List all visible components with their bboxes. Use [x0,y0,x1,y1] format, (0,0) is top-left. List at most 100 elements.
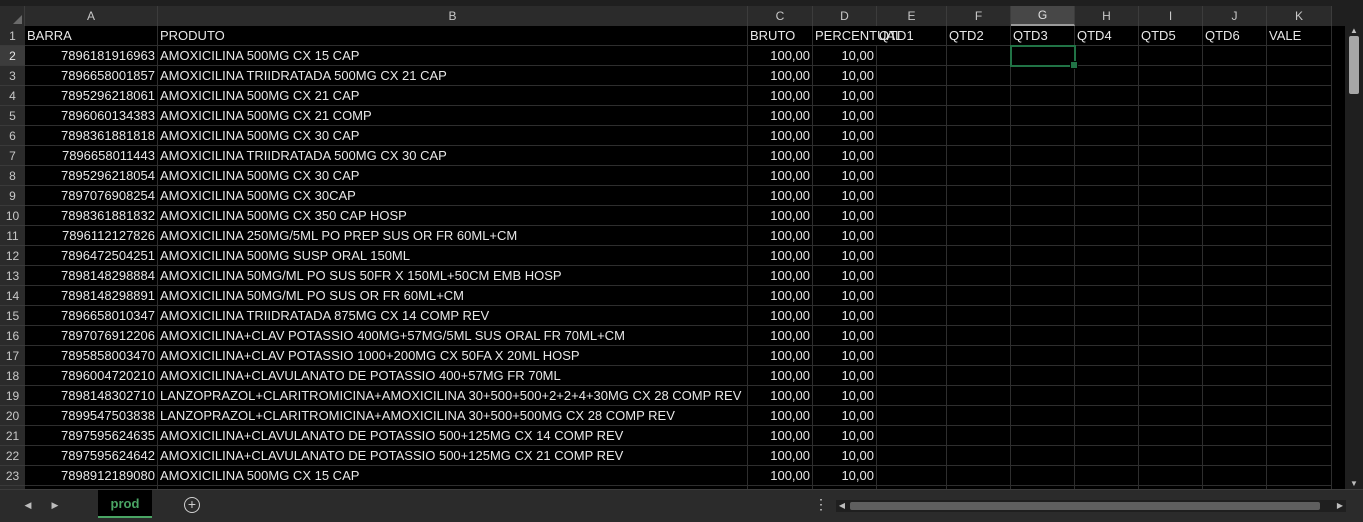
cell-barra[interactable]: 7896004720210 [25,366,158,386]
cell-produto[interactable]: AMOXICILINA+CLAV POTASSIO 1000+200MG CX … [158,346,748,366]
row-header[interactable]: 14 [0,286,25,306]
cell-e[interactable] [877,246,947,266]
cell-j[interactable] [1203,326,1267,346]
cell-g[interactable] [1011,306,1075,326]
cell-h[interactable] [1075,206,1139,226]
cell-f[interactable] [947,166,1011,186]
horizontal-scroll-thumb[interactable] [850,502,1320,510]
cell-barra[interactable]: 7896181916963 [25,46,158,66]
cell-k[interactable] [1267,86,1332,106]
scroll-down-arrow-icon[interactable]: ▼ [1345,479,1363,489]
header-cell-a[interactable]: BARRA [25,26,158,46]
plus-circle-icon[interactable]: + [184,497,200,513]
cell-g[interactable] [1011,86,1075,106]
cell-bruto[interactable]: 100,00 [748,46,813,66]
cell-k[interactable] [1267,446,1332,466]
row-header[interactable]: 4 [0,86,25,106]
column-header-e[interactable]: E [877,6,947,26]
row-header[interactable]: 23 [0,466,25,486]
row-header[interactable]: 8 [0,166,25,186]
cell-h[interactable] [1075,246,1139,266]
cell-i[interactable] [1139,66,1203,86]
row-header[interactable]: 16 [0,326,25,346]
cell-percentual[interactable]: 10,00 [813,306,877,326]
cell-h[interactable] [1075,266,1139,286]
cell-barra[interactable]: 7896658010347 [25,306,158,326]
cell-f[interactable] [947,246,1011,266]
cell-j[interactable] [1203,286,1267,306]
cell-produto[interactable]: AMOXICILINA 500MG CX 15 CAP [158,46,748,66]
column-header-k[interactable]: K [1267,6,1332,26]
cell-j[interactable] [1203,206,1267,226]
cell-k[interactable] [1267,126,1332,146]
cell-produto[interactable]: AMOXICILINA 500MG CX 21 COMP [158,106,748,126]
cell-j[interactable] [1203,366,1267,386]
row-header[interactable]: 1 [0,26,25,46]
cell-h[interactable] [1075,366,1139,386]
cell-barra[interactable]: 7897595624635 [25,426,158,446]
cell-k[interactable] [1267,286,1332,306]
row-header[interactable]: 6 [0,126,25,146]
cell-barra[interactable]: 7898148298891 [25,286,158,306]
header-cell-g[interactable]: QTD3 [1011,26,1075,46]
cell-g[interactable] [1011,366,1075,386]
header-cell-k[interactable]: VALE [1267,26,1332,46]
row-header[interactable]: 12 [0,246,25,266]
cell-j[interactable] [1203,166,1267,186]
cell-percentual[interactable]: 10,00 [813,206,877,226]
cell-k[interactable] [1267,206,1332,226]
cell-i[interactable] [1139,226,1203,246]
cell-g[interactable] [1011,146,1075,166]
cell-k[interactable] [1267,306,1332,326]
cell-percentual[interactable]: 10,00 [813,466,877,486]
cell-barra[interactable]: 7897076912206 [25,326,158,346]
cell-produto[interactable]: AMOXICILINA TRIIDRATADA 500MG CX 21 CAP [158,66,748,86]
cell-j[interactable] [1203,426,1267,446]
cell-barra[interactable]: 7896060134383 [25,106,158,126]
cell-f[interactable] [947,386,1011,406]
cell-bruto[interactable]: 100,00 [748,306,813,326]
cell-h[interactable] [1075,426,1139,446]
cell-bruto[interactable]: 100,00 [748,206,813,226]
cell-g[interactable] [1011,386,1075,406]
cell-k[interactable] [1267,166,1332,186]
cell-g[interactable] [1011,106,1075,126]
cell-percentual[interactable]: 10,00 [813,266,877,286]
cell-barra[interactable]: 7898361881832 [25,206,158,226]
cell-i[interactable] [1139,166,1203,186]
cell-k[interactable] [1267,226,1332,246]
cell-k[interactable] [1267,466,1332,486]
column-header-i[interactable]: I [1139,6,1203,26]
cell-e[interactable] [877,266,947,286]
cell-bruto[interactable]: 100,00 [748,366,813,386]
cell-percentual[interactable]: 10,00 [813,106,877,126]
cell-g[interactable] [1011,266,1075,286]
cell-bruto[interactable]: 100,00 [748,406,813,426]
cell-percentual[interactable]: 10,00 [813,126,877,146]
cell-e[interactable] [877,226,947,246]
header-cell-h[interactable]: QTD4 [1075,26,1139,46]
cell-bruto[interactable]: 100,00 [748,286,813,306]
column-header-g[interactable]: G [1011,6,1075,26]
horizontal-scrollbar[interactable]: ◀ ▶ [836,500,1346,512]
vertical-scroll-thumb[interactable] [1349,36,1359,94]
cell-produto[interactable]: AMOXICILINA 500MG CX 21 CAP [158,86,748,106]
cell-j[interactable] [1203,86,1267,106]
cell-h[interactable] [1075,466,1139,486]
cell-h[interactable] [1075,446,1139,466]
cell-barra[interactable]: 7897595624642 [25,446,158,466]
row-header[interactable]: 19 [0,386,25,406]
header-cell-j[interactable]: QTD6 [1203,26,1267,46]
cell-g[interactable] [1011,406,1075,426]
cell-percentual[interactable]: 10,00 [813,366,877,386]
cell-k[interactable] [1267,386,1332,406]
cell-j[interactable] [1203,146,1267,166]
cell-h[interactable] [1075,146,1139,166]
cell-f[interactable] [947,306,1011,326]
cell-e[interactable] [877,346,947,366]
cell-h[interactable] [1075,186,1139,206]
cell-f[interactable] [947,346,1011,366]
cell-g[interactable] [1011,126,1075,146]
cell-e[interactable] [877,46,947,66]
cell-barra[interactable]: 7897076908254 [25,186,158,206]
